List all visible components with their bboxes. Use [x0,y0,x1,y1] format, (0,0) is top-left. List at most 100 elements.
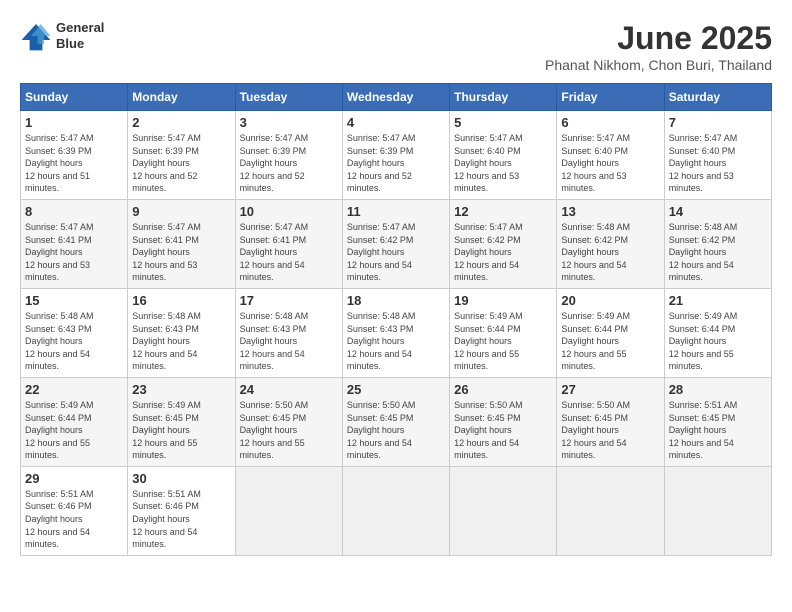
calendar-cell: 17 Sunrise: 5:48 AM Sunset: 6:43 PM Dayl… [235,288,342,377]
logo-icon [20,20,52,52]
calendar-cell: 12 Sunrise: 5:47 AM Sunset: 6:42 PM Dayl… [450,199,557,288]
title-area: June 2025 Phanat Nikhom, Chon Buri, Thai… [545,20,772,73]
day-number: 6 [561,115,659,130]
calendar-week-row: 22 Sunrise: 5:49 AM Sunset: 6:44 PM Dayl… [21,377,772,466]
calendar-cell: 30 Sunrise: 5:51 AM Sunset: 6:46 PM Dayl… [128,466,235,555]
calendar-cell: 22 Sunrise: 5:49 AM Sunset: 6:44 PM Dayl… [21,377,128,466]
day-info: Sunrise: 5:49 AM Sunset: 6:45 PM Dayligh… [132,399,230,462]
calendar-cell [235,466,342,555]
day-number: 18 [347,293,445,308]
calendar-cell: 26 Sunrise: 5:50 AM Sunset: 6:45 PM Dayl… [450,377,557,466]
day-info: Sunrise: 5:47 AM Sunset: 6:39 PM Dayligh… [25,132,123,195]
calendar-cell [450,466,557,555]
day-number: 26 [454,382,552,397]
calendar-cell: 21 Sunrise: 5:49 AM Sunset: 6:44 PM Dayl… [664,288,771,377]
header-saturday: Saturday [664,84,771,111]
calendar-cell [342,466,449,555]
location-title: Phanat Nikhom, Chon Buri, Thailand [545,57,772,73]
calendar-cell [664,466,771,555]
day-info: Sunrise: 5:47 AM Sunset: 6:39 PM Dayligh… [240,132,338,195]
calendar-week-row: 8 Sunrise: 5:47 AM Sunset: 6:41 PM Dayli… [21,199,772,288]
day-number: 17 [240,293,338,308]
day-info: Sunrise: 5:47 AM Sunset: 6:40 PM Dayligh… [561,132,659,195]
day-number: 15 [25,293,123,308]
calendar-cell: 27 Sunrise: 5:50 AM Sunset: 6:45 PM Dayl… [557,377,664,466]
day-number: 20 [561,293,659,308]
logo: General Blue [20,20,104,52]
header-sunday: Sunday [21,84,128,111]
day-info: Sunrise: 5:50 AM Sunset: 6:45 PM Dayligh… [240,399,338,462]
header: General Blue June 2025 Phanat Nikhom, Ch… [20,20,772,73]
calendar-cell: 29 Sunrise: 5:51 AM Sunset: 6:46 PM Dayl… [21,466,128,555]
day-number: 19 [454,293,552,308]
day-number: 7 [669,115,767,130]
day-info: Sunrise: 5:47 AM Sunset: 6:41 PM Dayligh… [132,221,230,284]
day-number: 14 [669,204,767,219]
calendar-cell: 5 Sunrise: 5:47 AM Sunset: 6:40 PM Dayli… [450,111,557,200]
calendar-cell: 25 Sunrise: 5:50 AM Sunset: 6:45 PM Dayl… [342,377,449,466]
header-wednesday: Wednesday [342,84,449,111]
calendar-cell: 1 Sunrise: 5:47 AM Sunset: 6:39 PM Dayli… [21,111,128,200]
day-number: 8 [25,204,123,219]
day-info: Sunrise: 5:48 AM Sunset: 6:43 PM Dayligh… [240,310,338,373]
day-info: Sunrise: 5:48 AM Sunset: 6:42 PM Dayligh… [561,221,659,284]
calendar: Sunday Monday Tuesday Wednesday Thursday… [20,83,772,556]
day-info: Sunrise: 5:49 AM Sunset: 6:44 PM Dayligh… [454,310,552,373]
header-thursday: Thursday [450,84,557,111]
calendar-cell: 20 Sunrise: 5:49 AM Sunset: 6:44 PM Dayl… [557,288,664,377]
day-number: 1 [25,115,123,130]
day-info: Sunrise: 5:48 AM Sunset: 6:43 PM Dayligh… [347,310,445,373]
day-info: Sunrise: 5:47 AM Sunset: 6:42 PM Dayligh… [454,221,552,284]
day-number: 21 [669,293,767,308]
day-number: 30 [132,471,230,486]
day-number: 9 [132,204,230,219]
day-number: 22 [25,382,123,397]
day-info: Sunrise: 5:50 AM Sunset: 6:45 PM Dayligh… [347,399,445,462]
day-number: 10 [240,204,338,219]
calendar-cell: 7 Sunrise: 5:47 AM Sunset: 6:40 PM Dayli… [664,111,771,200]
logo-text: General Blue [56,20,104,51]
header-monday: Monday [128,84,235,111]
calendar-cell: 8 Sunrise: 5:47 AM Sunset: 6:41 PM Dayli… [21,199,128,288]
day-info: Sunrise: 5:47 AM Sunset: 6:41 PM Dayligh… [25,221,123,284]
calendar-cell: 23 Sunrise: 5:49 AM Sunset: 6:45 PM Dayl… [128,377,235,466]
day-info: Sunrise: 5:51 AM Sunset: 6:46 PM Dayligh… [132,488,230,551]
calendar-cell: 3 Sunrise: 5:47 AM Sunset: 6:39 PM Dayli… [235,111,342,200]
day-number: 5 [454,115,552,130]
calendar-cell: 6 Sunrise: 5:47 AM Sunset: 6:40 PM Dayli… [557,111,664,200]
calendar-cell: 14 Sunrise: 5:48 AM Sunset: 6:42 PM Dayl… [664,199,771,288]
day-info: Sunrise: 5:49 AM Sunset: 6:44 PM Dayligh… [561,310,659,373]
calendar-cell: 18 Sunrise: 5:48 AM Sunset: 6:43 PM Dayl… [342,288,449,377]
calendar-cell: 16 Sunrise: 5:48 AM Sunset: 6:43 PM Dayl… [128,288,235,377]
day-number: 12 [454,204,552,219]
calendar-cell: 11 Sunrise: 5:47 AM Sunset: 6:42 PM Dayl… [342,199,449,288]
calendar-cell: 24 Sunrise: 5:50 AM Sunset: 6:45 PM Dayl… [235,377,342,466]
calendar-cell [557,466,664,555]
calendar-cell: 15 Sunrise: 5:48 AM Sunset: 6:43 PM Dayl… [21,288,128,377]
header-tuesday: Tuesday [235,84,342,111]
weekday-header-row: Sunday Monday Tuesday Wednesday Thursday… [21,84,772,111]
calendar-cell: 2 Sunrise: 5:47 AM Sunset: 6:39 PM Dayli… [128,111,235,200]
day-info: Sunrise: 5:47 AM Sunset: 6:42 PM Dayligh… [347,221,445,284]
calendar-cell: 13 Sunrise: 5:48 AM Sunset: 6:42 PM Dayl… [557,199,664,288]
header-friday: Friday [557,84,664,111]
calendar-cell: 28 Sunrise: 5:51 AM Sunset: 6:45 PM Dayl… [664,377,771,466]
day-info: Sunrise: 5:47 AM Sunset: 6:39 PM Dayligh… [132,132,230,195]
day-info: Sunrise: 5:50 AM Sunset: 6:45 PM Dayligh… [561,399,659,462]
day-info: Sunrise: 5:47 AM Sunset: 6:40 PM Dayligh… [669,132,767,195]
day-info: Sunrise: 5:49 AM Sunset: 6:44 PM Dayligh… [25,399,123,462]
day-number: 4 [347,115,445,130]
day-number: 28 [669,382,767,397]
day-number: 24 [240,382,338,397]
day-number: 16 [132,293,230,308]
day-info: Sunrise: 5:48 AM Sunset: 6:43 PM Dayligh… [25,310,123,373]
day-info: Sunrise: 5:47 AM Sunset: 6:41 PM Dayligh… [240,221,338,284]
day-info: Sunrise: 5:48 AM Sunset: 6:42 PM Dayligh… [669,221,767,284]
day-number: 3 [240,115,338,130]
day-info: Sunrise: 5:47 AM Sunset: 6:40 PM Dayligh… [454,132,552,195]
day-info: Sunrise: 5:47 AM Sunset: 6:39 PM Dayligh… [347,132,445,195]
calendar-week-row: 15 Sunrise: 5:48 AM Sunset: 6:43 PM Dayl… [21,288,772,377]
calendar-cell: 9 Sunrise: 5:47 AM Sunset: 6:41 PM Dayli… [128,199,235,288]
day-number: 13 [561,204,659,219]
calendar-week-row: 1 Sunrise: 5:47 AM Sunset: 6:39 PM Dayli… [21,111,772,200]
